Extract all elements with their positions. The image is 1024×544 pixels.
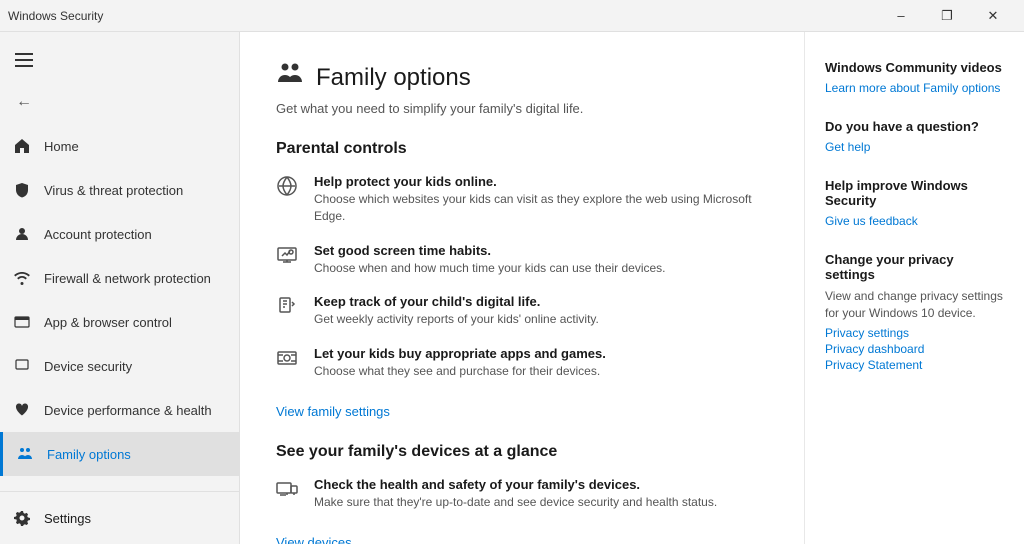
feature-screen-time-title: Set good screen time habits. [314,243,666,258]
back-button[interactable]: ← [4,84,44,120]
devices-section: See your family's devices at a glance Ch… [276,443,768,544]
give-feedback-link[interactable]: Give us feedback [825,214,1004,228]
heart-icon [12,400,32,420]
app-title: Windows Security [8,9,103,23]
title-bar: Windows Security – ❐ ✕ [0,0,1024,32]
sidebar-item-device-perf[interactable]: Device performance & health [0,388,239,432]
digital-life-icon [276,295,300,319]
view-devices-link[interactable]: View devices [276,535,352,544]
sidebar-item-family-label: Family options [47,447,131,462]
parental-controls-title: Parental controls [276,140,768,158]
right-question-title: Do you have a question? [825,119,1004,134]
sidebar-item-firewall[interactable]: Firewall & network protection [0,256,239,300]
feature-devices-title: Check the health and safety of your fami… [314,477,717,492]
person-icon [12,224,32,244]
sidebar-item-account-label: Account protection [44,227,152,242]
sidebar-item-virus[interactable]: Virus & threat protection [0,168,239,212]
feature-screen-time-desc: Choose when and how much time your kids … [314,260,666,277]
sidebar-item-device-security[interactable]: Device security [0,344,239,388]
gear-icon [12,508,32,528]
devices-section-title: See your family's devices at a glance [276,443,768,461]
right-privacy-text: View and change privacy settings for you… [825,288,1004,322]
sidebar-bottom: Settings [0,491,239,544]
right-panel: Windows Community videos Learn more abou… [804,32,1024,544]
sidebar-item-device-security-label: Device security [44,359,132,374]
privacy-dashboard-link[interactable]: Privacy dashboard [825,342,1004,356]
sidebar-item-firewall-label: Firewall & network protection [44,271,211,286]
hamburger-button[interactable] [0,40,48,80]
app-container: ← Home Virus & threat protection [0,32,1024,544]
feature-apps-games-title: Let your kids buy appropriate apps and g… [314,346,606,361]
restore-button[interactable]: ❐ [924,0,970,32]
sidebar-item-app-browser-label: App & browser control [44,315,172,330]
feature-protect-kids-desc: Choose which websites your kids can visi… [314,191,768,225]
sidebar-item-account[interactable]: Account protection [0,212,239,256]
hamburger-icon [15,53,33,67]
sidebar-top: ← [0,36,239,124]
wifi-icon [12,268,32,288]
screen-time-icon [276,244,300,268]
settings-nav-item[interactable]: Settings [0,496,239,540]
feature-digital-life-desc: Get weekly activity reports of your kids… [314,311,599,328]
page-family-icon [276,60,304,95]
sidebar: ← Home Virus & threat protection [0,32,240,544]
sidebar-item-home-label: Home [44,139,79,154]
home-icon [12,136,32,156]
main-content: Family options Get what you need to simp… [240,32,804,544]
feature-digital-life-title: Keep track of your child's digital life. [314,294,599,309]
right-section-question: Do you have a question? Get help [825,119,1004,154]
view-family-settings-link[interactable]: View family settings [276,404,390,419]
minimize-button[interactable]: – [878,0,924,32]
right-improve-title: Help improve Windows Security [825,178,1004,208]
settings-label: Settings [44,511,91,526]
window-controls: – ❐ ✕ [878,0,1016,32]
sidebar-item-family[interactable]: Family options [0,432,239,476]
feature-apps-games-text: Let your kids buy appropriate apps and g… [314,346,606,380]
apps-games-icon [276,347,300,371]
right-section-improve: Help improve Windows Security Give us fe… [825,178,1004,228]
feature-digital-life: Keep track of your child's digital life.… [276,294,768,328]
sidebar-item-home[interactable]: Home [0,124,239,168]
feature-devices-desc: Make sure that they're up-to-date and se… [314,494,717,511]
feature-protect-kids-text: Help protect your kids online. Choose wh… [314,174,768,225]
feature-digital-life-text: Keep track of your child's digital life.… [314,294,599,328]
learn-family-options-link[interactable]: Learn more about Family options [825,81,1004,95]
sidebar-nav: Home Virus & threat protection Account p… [0,124,239,491]
right-community-title: Windows Community videos [825,60,1004,75]
sidebar-item-device-perf-label: Device performance & health [44,403,212,418]
get-help-link[interactable]: Get help [825,140,1004,154]
privacy-statement-link[interactable]: Privacy Statement [825,358,1004,372]
privacy-settings-link[interactable]: Privacy settings [825,326,1004,340]
page-subtitle: Get what you need to simplify your famil… [276,101,768,116]
feature-apps-games: Let your kids buy appropriate apps and g… [276,346,768,380]
feature-screen-time-text: Set good screen time habits. Choose when… [314,243,666,277]
feature-devices-text: Check the health and safety of your fami… [314,477,717,511]
family-icon [15,444,35,464]
feature-protect-kids: Help protect your kids online. Choose wh… [276,174,768,225]
page-header: Family options [276,60,768,95]
sidebar-item-virus-label: Virus & threat protection [44,183,183,198]
right-privacy-title: Change your privacy settings [825,252,1004,282]
devices-icon [276,478,300,502]
feature-protect-kids-title: Help protect your kids online. [314,174,768,189]
shield-icon [12,180,32,200]
browser-icon [12,312,32,332]
feature-devices: Check the health and safety of your fami… [276,477,768,511]
right-section-community: Windows Community videos Learn more abou… [825,60,1004,95]
right-section-privacy: Change your privacy settings View and ch… [825,252,1004,372]
page-title: Family options [316,64,471,92]
protect-kids-icon [276,175,300,199]
parental-controls-section: Parental controls Help protect your kids… [276,140,768,439]
device-icon [12,356,32,376]
close-button[interactable]: ✕ [970,0,1016,32]
feature-screen-time: Set good screen time habits. Choose when… [276,243,768,277]
feature-apps-games-desc: Choose what they see and purchase for th… [314,363,606,380]
sidebar-item-app-browser[interactable]: App & browser control [0,300,239,344]
parental-controls-list: Help protect your kids online. Choose wh… [276,174,768,380]
